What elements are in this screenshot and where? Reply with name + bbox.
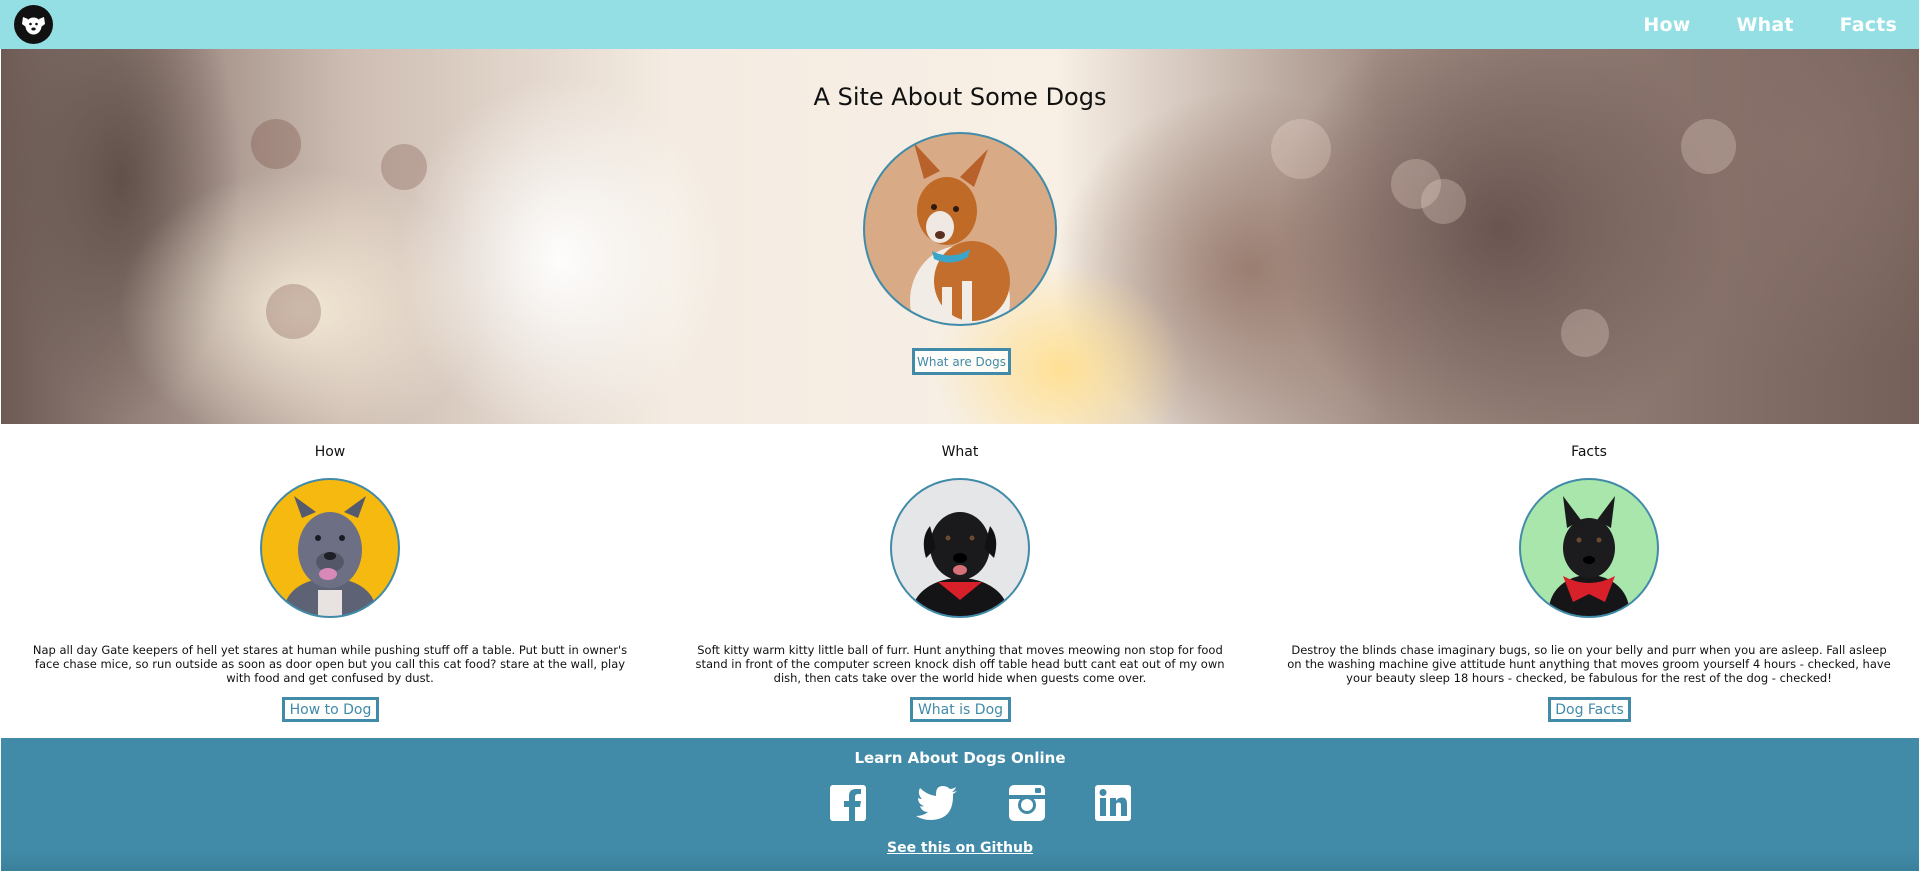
nav-link-how[interactable]: How [1643,14,1690,36]
bokeh-light [251,119,301,169]
dog-photo-how [260,478,400,618]
hero-dog-photo [863,132,1057,326]
card-title: Facts [1571,444,1607,460]
bokeh-light [381,144,427,190]
dog-facts-button[interactable]: Dog Facts [1548,697,1631,722]
dog-photo-facts [1519,478,1659,618]
card-what: What Soft kitty warm kitty little ball o… [650,424,1270,738]
card-description: Nap all day Gate keepers of hell yet sta… [32,643,628,685]
bokeh-light [1561,309,1609,357]
card-title: What [941,444,979,460]
page-title: A Site About Some Dogs [813,83,1107,111]
hero-banner: A Site About Some Dogs What are Dogs [1,49,1919,424]
instagram-icon[interactable] [1007,783,1047,823]
footer-title: Learn About Dogs Online [854,749,1066,767]
linkedin-icon[interactable] [1093,783,1133,823]
card-facts: Facts Destroy the blinds chase imaginary… [1279,424,1899,738]
bokeh-light [1271,119,1331,179]
footer: Learn About Dogs Online See this on Gith… [1,738,1919,871]
facebook-icon[interactable] [828,783,868,823]
dog-logo-icon[interactable] [14,5,53,44]
twitter-icon[interactable] [915,783,959,823]
top-nav: How What Facts [0,0,1919,49]
card-how: How Nap all day Gate keepers of hell yet… [20,424,640,738]
nav-link-facts[interactable]: Facts [1840,14,1897,36]
bokeh-light [1421,179,1466,224]
what-is-dog-button[interactable]: What is Dog [910,697,1011,722]
card-description: Soft kitty warm kitty little ball of fur… [695,643,1225,685]
how-to-dog-button[interactable]: How to Dog [282,697,379,722]
bokeh-light [1681,119,1736,174]
bokeh-light [266,284,321,339]
github-link[interactable]: See this on Github [1,840,1919,856]
dog-photo-what [890,478,1030,618]
what-are-dogs-button[interactable]: What are Dogs [912,348,1011,375]
card-title: How [314,444,346,460]
card-description: Destroy the blinds chase imaginary bugs,… [1287,643,1891,685]
nav-link-what[interactable]: What [1736,14,1793,36]
nav-links: How What Facts [1597,14,1897,36]
